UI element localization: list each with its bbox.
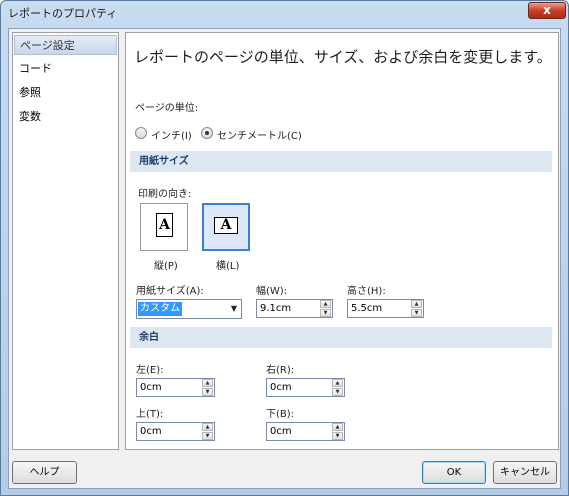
margins-section-header: 余白 xyxy=(130,327,552,348)
sidebar-item-page-setup[interactable]: ページ設定 xyxy=(14,35,117,55)
left-margin-label: 左(E): xyxy=(136,365,164,376)
page-units-label: ページの単位: xyxy=(135,103,199,114)
ok-button[interactable]: OK xyxy=(422,461,486,484)
sidebar-item-references[interactable]: 参照 xyxy=(14,83,117,103)
sidebar-item-variables[interactable]: 変数 xyxy=(14,107,117,127)
top-margin-stepper[interactable]: 0cm ▲ ▼ xyxy=(136,422,215,441)
portrait-button[interactable]: A xyxy=(140,203,188,251)
top-margin-decrement-icon[interactable]: ▼ xyxy=(202,432,213,440)
inch-radio-label[interactable]: インチ(I) xyxy=(151,127,192,142)
bottom-margin-increment-icon[interactable]: ▲ xyxy=(332,423,343,431)
page-heading: レポートのページの単位、サイズ、および余白を変更します。 xyxy=(134,48,552,66)
report-properties-dialog: レポートのプロパティ x ページ設定 コード 参照 変数 レポートのページの単位… xyxy=(0,0,569,496)
height-label: 高さ(H): xyxy=(347,286,386,297)
title-bar[interactable]: レポートのプロパティ x xyxy=(1,1,568,23)
right-margin-stepper[interactable]: 0cm ▲ ▼ xyxy=(266,378,345,397)
bottom-margin-decrement-icon[interactable]: ▼ xyxy=(332,432,343,440)
right-margin-increment-icon[interactable]: ▲ xyxy=(332,379,343,387)
width-label: 幅(W): xyxy=(256,286,288,297)
left-margin-increment-icon[interactable]: ▲ xyxy=(202,379,213,387)
paper-size-label: 用紙サイズ(A): xyxy=(136,286,204,297)
centimeter-radio[interactable] xyxy=(201,127,213,139)
paper-size-select[interactable]: カスタム ▼ xyxy=(136,299,242,319)
height-increment-icon[interactable]: ▲ xyxy=(411,300,422,308)
width-stepper[interactable]: 9.1cm ▲ ▼ xyxy=(256,299,333,318)
right-margin-label: 右(R): xyxy=(266,365,295,376)
height-decrement-icon[interactable]: ▼ xyxy=(411,309,422,317)
cancel-button[interactable]: キャンセル xyxy=(493,461,557,484)
inch-radio[interactable] xyxy=(135,127,147,139)
bottom-margin-stepper[interactable]: 0cm ▲ ▼ xyxy=(266,422,345,441)
close-icon: x xyxy=(543,3,551,17)
portrait-label[interactable]: 縦(P) xyxy=(154,257,178,272)
left-margin-value[interactable]: 0cm xyxy=(140,382,162,393)
bottom-margin-label: 下(B): xyxy=(266,409,295,420)
portrait-page-icon: A xyxy=(156,213,173,237)
dialog-body: ページ設定 コード 参照 変数 レポートのページの単位、サイズ、および余白を変更… xyxy=(8,28,561,489)
landscape-page-icon: A xyxy=(214,217,238,234)
top-margin-value[interactable]: 0cm xyxy=(140,426,162,437)
right-margin-decrement-icon[interactable]: ▼ xyxy=(332,388,343,396)
chevron-down-icon[interactable]: ▼ xyxy=(231,304,237,313)
close-button[interactable]: x xyxy=(528,2,566,19)
height-stepper[interactable]: 5.5cm ▲ ▼ xyxy=(347,299,424,318)
paper-size-value: カスタム xyxy=(138,302,182,316)
orientation-label: 印刷の向き: xyxy=(138,189,192,200)
left-margin-stepper[interactable]: 0cm ▲ ▼ xyxy=(136,378,215,397)
landscape-label[interactable]: 横(L) xyxy=(216,257,239,272)
help-button[interactable]: ヘルプ xyxy=(12,461,77,484)
right-margin-value[interactable]: 0cm xyxy=(270,382,292,393)
paper-size-section-header: 用紙サイズ xyxy=(130,151,552,172)
window-title: レポートのプロパティ xyxy=(8,7,118,20)
sidebar-item-code[interactable]: コード xyxy=(14,59,117,79)
sidebar: ページ設定 コード 参照 変数 xyxy=(12,32,119,450)
width-increment-icon[interactable]: ▲ xyxy=(320,300,331,308)
left-margin-decrement-icon[interactable]: ▼ xyxy=(202,388,213,396)
page-setup-panel: レポートのページの単位、サイズ、および余白を変更します。 ページの単位: インチ… xyxy=(125,32,559,450)
width-decrement-icon[interactable]: ▼ xyxy=(320,309,331,317)
height-value[interactable]: 5.5cm xyxy=(351,303,382,314)
centimeter-radio-label[interactable]: センチメートル(C) xyxy=(217,127,302,142)
width-value[interactable]: 9.1cm xyxy=(260,303,291,314)
top-margin-increment-icon[interactable]: ▲ xyxy=(202,423,213,431)
landscape-button[interactable]: A xyxy=(202,203,250,251)
bottom-margin-value[interactable]: 0cm xyxy=(270,426,292,437)
top-margin-label: 上(T): xyxy=(136,409,164,420)
